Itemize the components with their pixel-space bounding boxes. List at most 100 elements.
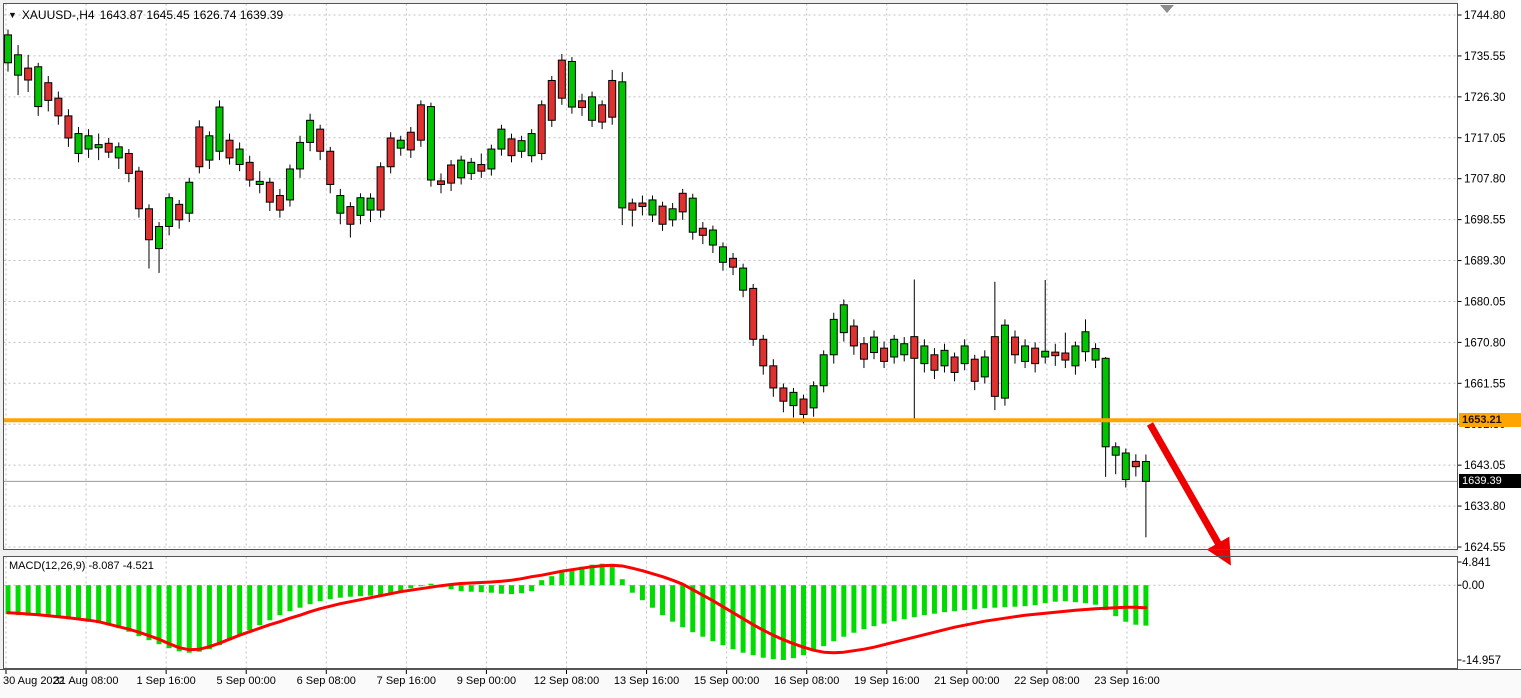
candle-body bbox=[216, 107, 223, 151]
candle-body bbox=[1092, 349, 1099, 361]
candle-body bbox=[639, 203, 646, 207]
macd-histogram-bar bbox=[1083, 585, 1088, 603]
candle-body bbox=[911, 337, 918, 359]
macd-histogram-bar bbox=[368, 585, 373, 596]
macd-histogram-bar bbox=[6, 585, 11, 614]
candle-body bbox=[770, 366, 777, 388]
candle-body bbox=[488, 149, 495, 169]
candle-body bbox=[206, 136, 213, 160]
candle-body bbox=[5, 35, 12, 63]
macd-histogram-bar bbox=[902, 585, 907, 619]
time-axis-label: 7 Sep 16:00 bbox=[377, 675, 436, 687]
candle-body bbox=[548, 80, 555, 120]
macd-histogram-bar bbox=[489, 585, 494, 593]
macd-histogram-bar bbox=[1053, 585, 1058, 602]
macd-histogram-bar bbox=[559, 572, 564, 585]
macd-histogram-bar bbox=[1143, 585, 1148, 625]
macd-histogram-bar bbox=[872, 585, 877, 626]
symbol-dropdown-arrow-icon[interactable]: ▼ bbox=[8, 10, 17, 20]
macd-histogram-bar bbox=[932, 585, 937, 614]
hline-price-tag[interactable]: 1653.21 bbox=[1459, 413, 1521, 427]
chart-canvas[interactable]: 1744.801735.551726.301717.051707.801698.… bbox=[0, 0, 1521, 698]
price-axis-label: 1643.05 bbox=[1464, 460, 1506, 472]
candle-body bbox=[1112, 447, 1119, 455]
macd-histogram-bar bbox=[1043, 585, 1048, 603]
candle-body bbox=[981, 357, 988, 377]
macd-histogram-bar bbox=[720, 585, 725, 645]
macd-histogram-bar bbox=[1013, 585, 1018, 607]
candle-body bbox=[125, 153, 132, 173]
candle-body bbox=[307, 120, 314, 142]
candle-body bbox=[115, 147, 122, 158]
macd-histogram-bar bbox=[841, 585, 846, 637]
candle-body bbox=[820, 355, 827, 386]
macd-histogram-bar bbox=[1033, 585, 1038, 605]
time-axis-label: 19 Sep 16:00 bbox=[854, 675, 919, 687]
macd-histogram-bar bbox=[791, 585, 796, 658]
candle bbox=[619, 72, 626, 225]
candle-body bbox=[1052, 352, 1059, 356]
candle-body bbox=[800, 399, 807, 414]
macd-histogram-bar bbox=[298, 585, 303, 608]
time-axis-label: 22 Sep 08:00 bbox=[1014, 675, 1079, 687]
price-axis-label: 1698.55 bbox=[1464, 215, 1506, 227]
macd-histogram-bar bbox=[982, 585, 987, 608]
macd-histogram-bar bbox=[640, 585, 645, 600]
candle bbox=[417, 100, 424, 146]
macd-histogram-bar bbox=[378, 585, 383, 595]
price-axis-label: 1726.30 bbox=[1464, 92, 1506, 104]
candle-body bbox=[407, 132, 414, 150]
candle-body bbox=[719, 247, 726, 262]
macd-histogram-bar bbox=[1123, 585, 1128, 622]
candle-body bbox=[15, 55, 22, 75]
macd-histogram-bar bbox=[257, 585, 262, 625]
candle-body bbox=[266, 182, 273, 202]
main-panel-background[interactable] bbox=[4, 4, 1458, 550]
candle-body bbox=[186, 182, 193, 213]
macd-histogram-bar bbox=[519, 585, 524, 593]
candle-body bbox=[1042, 351, 1049, 357]
candle-body bbox=[730, 258, 737, 267]
time-axis-label: 12 Sep 08:00 bbox=[534, 675, 599, 687]
candle-body bbox=[468, 162, 475, 173]
macd-histogram-bar bbox=[16, 585, 21, 615]
macd-histogram-bar bbox=[469, 585, 474, 592]
candle-body bbox=[135, 171, 142, 209]
candle-body bbox=[659, 206, 666, 224]
candle-body bbox=[629, 203, 636, 210]
macd-histogram-bar bbox=[1063, 585, 1068, 601]
candle-body bbox=[286, 169, 293, 200]
time-axis-label: 5 Sep 00:00 bbox=[217, 675, 276, 687]
macd-histogram-bar bbox=[217, 585, 222, 645]
chart-window: 1744.801735.551726.301717.051707.801698.… bbox=[0, 0, 1521, 698]
candle bbox=[427, 103, 434, 187]
macd-histogram-bar bbox=[660, 585, 665, 615]
chart-shift-marker-icon[interactable] bbox=[1160, 5, 1174, 13]
macd-histogram-bar bbox=[418, 585, 423, 586]
macd-histogram-bar bbox=[922, 585, 927, 615]
macd-histogram-bar bbox=[207, 585, 212, 649]
macd-histogram-bar bbox=[680, 585, 685, 627]
candle-body bbox=[750, 288, 757, 339]
macd-histogram-bar bbox=[781, 585, 786, 660]
macd-histogram-bar bbox=[267, 585, 272, 620]
candle-body bbox=[740, 268, 747, 290]
candle-body bbox=[226, 140, 233, 158]
macd-histogram-bar bbox=[338, 585, 343, 598]
macd-histogram-bar bbox=[237, 585, 242, 635]
candle-body bbox=[609, 80, 616, 117]
macd-axis-label: 4.841 bbox=[1462, 557, 1491, 569]
macd-histogram-bar bbox=[227, 585, 232, 640]
candle-body bbox=[95, 145, 102, 148]
candle-body bbox=[498, 129, 505, 149]
candle bbox=[216, 100, 223, 160]
candle-body bbox=[427, 107, 434, 180]
candle-body bbox=[830, 319, 837, 354]
candle-body bbox=[75, 134, 82, 154]
candle bbox=[286, 165, 293, 207]
macd-histogram-bar bbox=[811, 585, 816, 651]
macd-histogram-bar bbox=[36, 585, 41, 615]
candle-body bbox=[417, 105, 424, 140]
time-axis-label: 21 Sep 00:00 bbox=[934, 675, 999, 687]
price-axis-label: 1744.80 bbox=[1464, 10, 1506, 22]
